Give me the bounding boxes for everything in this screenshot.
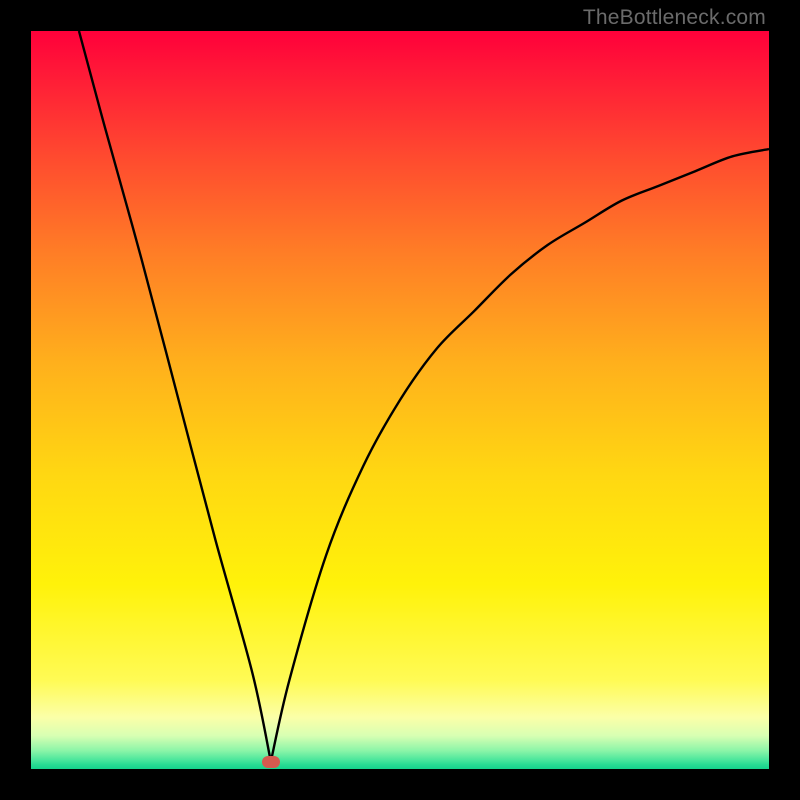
curve-path	[79, 31, 769, 762]
optimum-marker	[262, 756, 280, 768]
bottleneck-curve	[31, 31, 769, 769]
attribution-text: TheBottleneck.com	[583, 6, 766, 30]
plot-area	[31, 31, 769, 769]
chart-frame: TheBottleneck.com	[0, 0, 800, 800]
